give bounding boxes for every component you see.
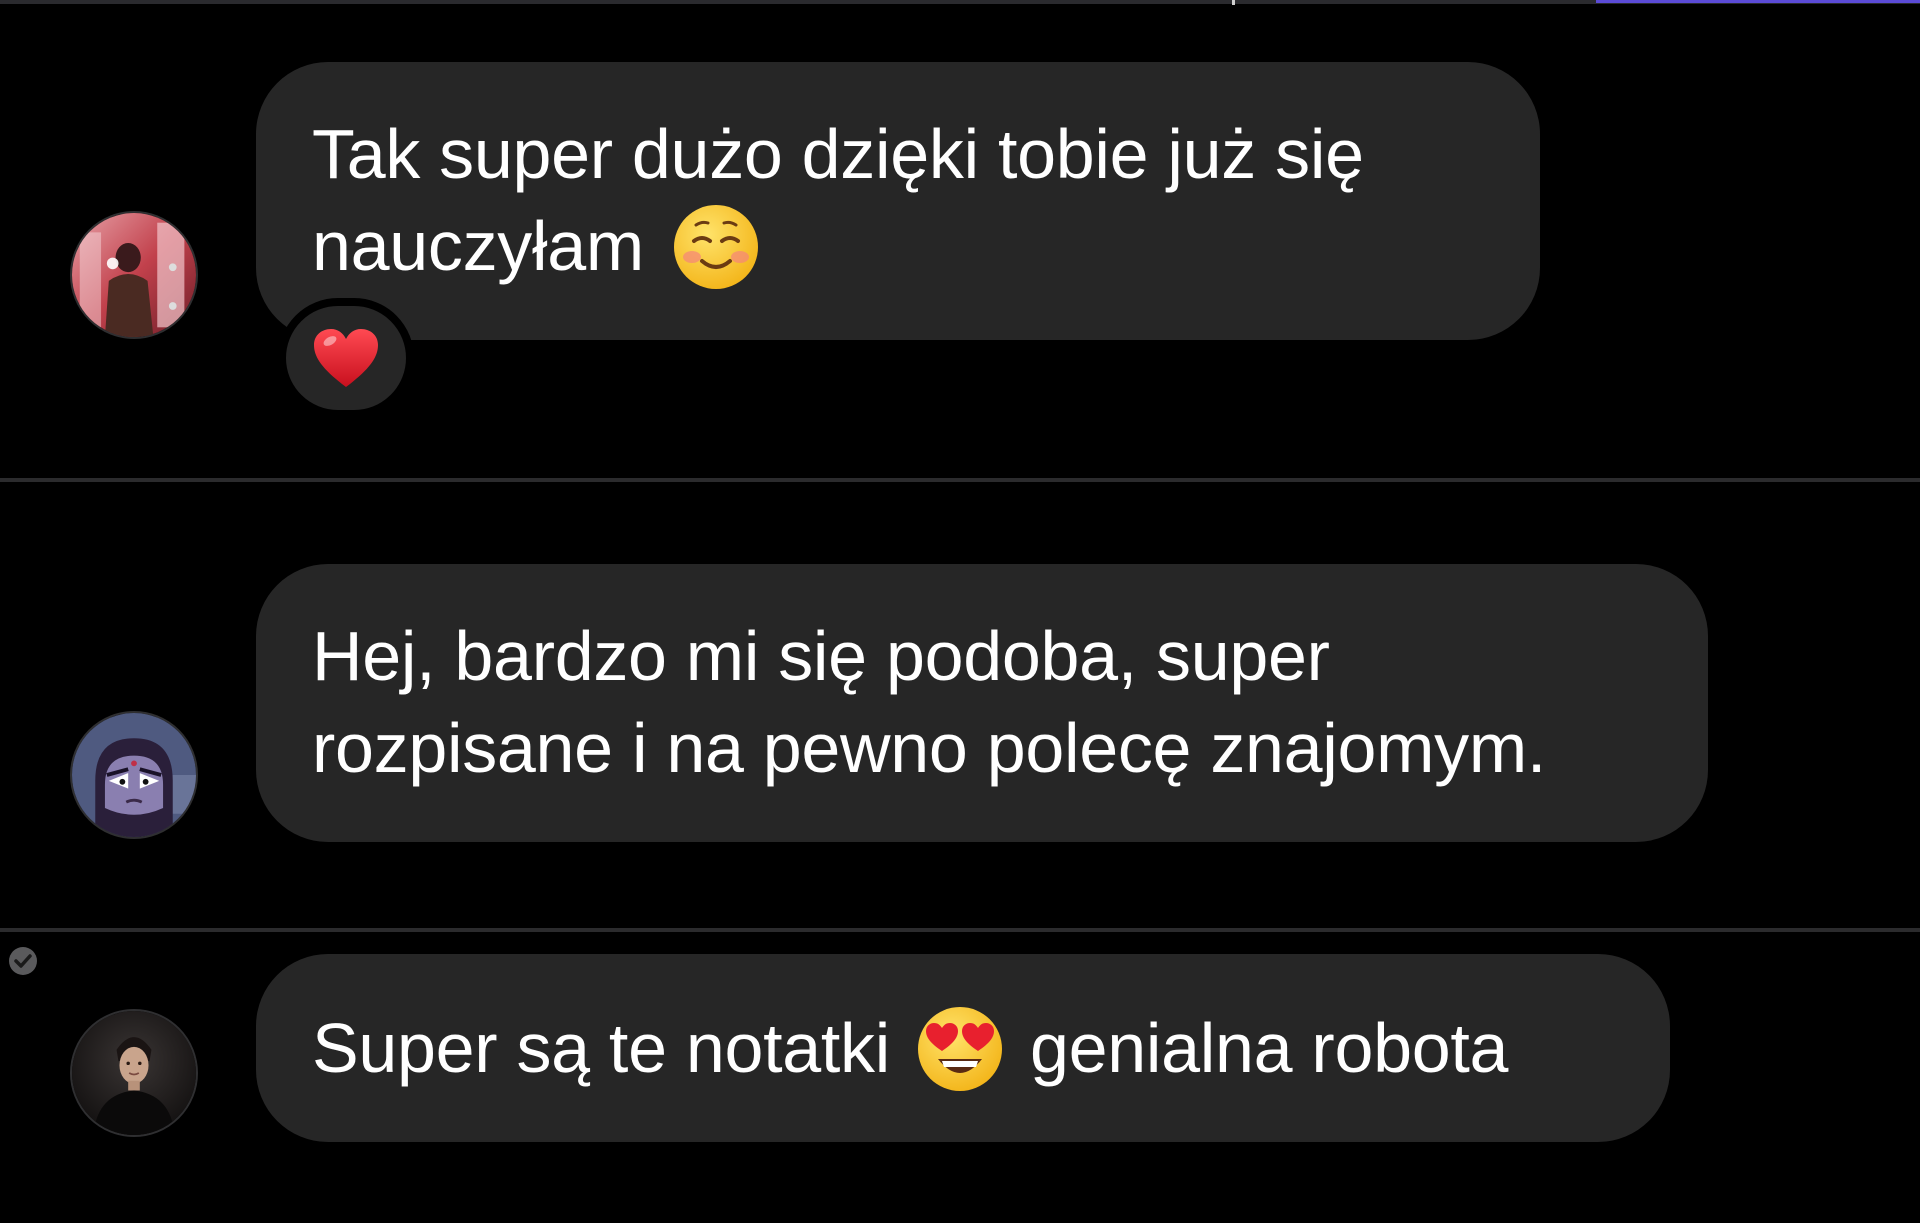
reaction-badge[interactable]	[278, 298, 414, 418]
red-heart-icon	[314, 329, 378, 387]
message-row-3: Super są te notatki genialna robota	[0, 932, 1920, 1223]
avatar-user-2[interactable]	[70, 711, 198, 839]
avatar-photo	[72, 213, 196, 337]
message-row-2: Hej, bardzo mi się podoba, super rozpisa…	[0, 482, 1920, 928]
message-bubble-2[interactable]: Hej, bardzo mi się podoba, super rozpisa…	[256, 564, 1708, 842]
check-circle-icon	[9, 947, 37, 975]
message-3-line: Super są te notatki genialna robota	[312, 1002, 1614, 1094]
message-row-1: Tak super dużo dzięki tobie już się nauc…	[0, 0, 1920, 478]
message-2-line-2: rozpisane i na pewno polecę znajomym.	[312, 709, 1547, 787]
message-3-text-after: genialna robota	[1030, 1009, 1509, 1087]
smiling-face-icon	[672, 203, 760, 291]
message-1-line-2: nauczyłam	[312, 200, 1484, 292]
message-3-text-before: Super są te notatki	[312, 1009, 890, 1087]
avatar-photo	[72, 1011, 196, 1135]
message-1-line-1: Tak super dużo dzięki tobie już się	[312, 115, 1364, 193]
avatar-cartoon	[72, 713, 196, 837]
message-bubble-3[interactable]: Super są te notatki genialna robota	[256, 954, 1670, 1142]
message-bubble-1[interactable]: Tak super dużo dzięki tobie już się nauc…	[256, 62, 1540, 340]
heart-eyes-icon	[916, 1005, 1004, 1093]
message-2-line-1: Hej, bardzo mi się podoba, super	[312, 617, 1330, 695]
avatar-user-1[interactable]	[70, 211, 198, 339]
avatar-user-3[interactable]	[70, 1009, 198, 1137]
message-1-line-2-text: nauczyłam	[312, 207, 644, 285]
